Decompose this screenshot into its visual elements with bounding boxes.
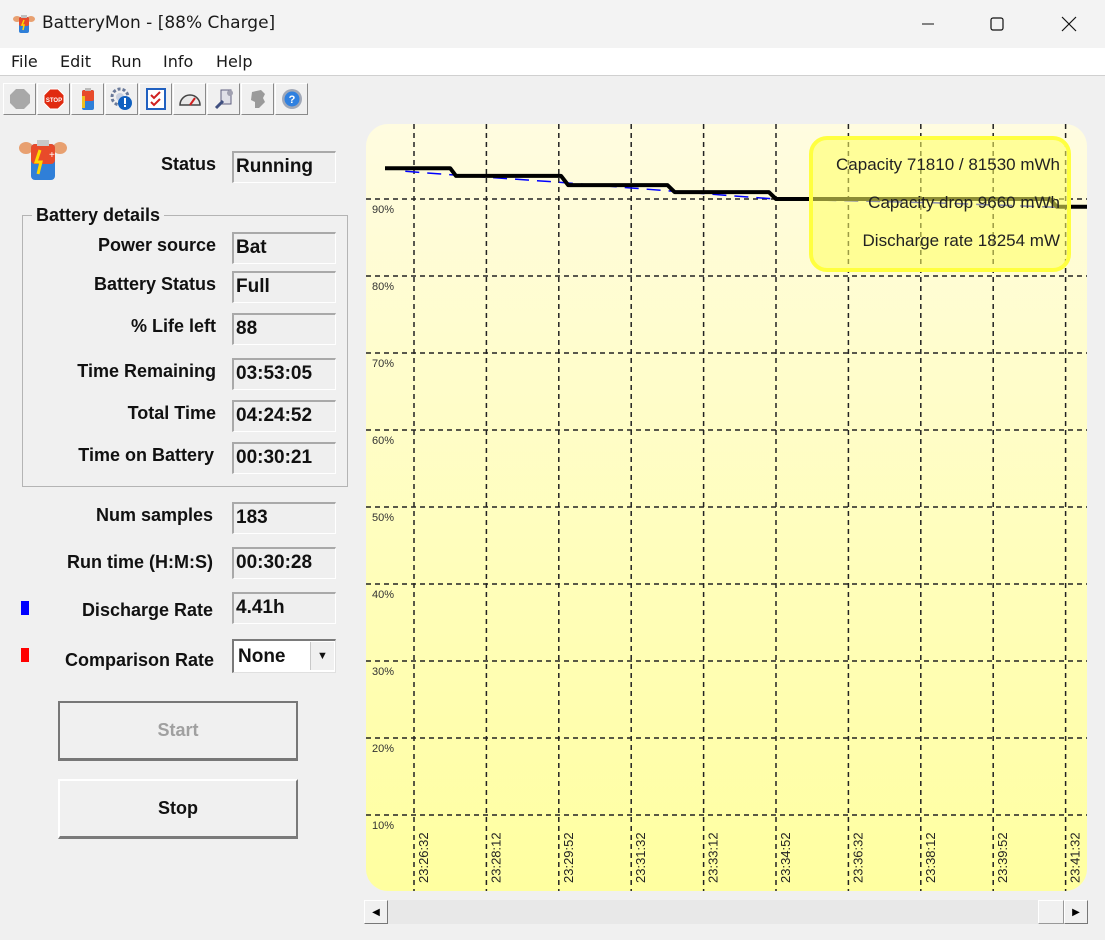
battery-details-title: Battery details xyxy=(32,205,165,226)
svg-text:?: ? xyxy=(288,94,295,106)
battery-app-icon xyxy=(13,15,35,33)
time-on-battery-field: 00:30:21 xyxy=(232,442,336,474)
toolbar-help-button[interactable]: ? xyxy=(275,83,308,115)
comparison-rate-label: Comparison Rate xyxy=(64,650,214,670)
num-samples-field: 183 xyxy=(232,502,336,534)
battery-chart: 90% 80% 70% 60% 50% 40% 30% 20% 10% 23:26:32 23:28… xyxy=(366,124,1087,891)
toolbar-gauge-button[interactable] xyxy=(173,83,206,115)
puzzle-icon xyxy=(250,90,265,108)
power-source-field: Bat xyxy=(232,232,336,264)
power-source-label: Power source xyxy=(97,235,216,255)
x-tick-label: 23:36:32 xyxy=(850,832,865,883)
arrow-right-icon: ▶ xyxy=(1072,906,1080,918)
y-tick-label: 80% xyxy=(372,281,394,293)
x-tick-label: 23:41:32 xyxy=(1068,832,1083,883)
toolbar-start-button[interactable] xyxy=(3,83,36,115)
stop-button[interactable]: Stop xyxy=(58,779,298,839)
tools-icon xyxy=(214,89,233,110)
y-tick-label: 20% xyxy=(372,743,394,755)
info-box-line: Discharge rate 18254 mW xyxy=(863,231,1060,250)
y-tick-label: 40% xyxy=(372,589,394,601)
help-icon: ? xyxy=(281,89,302,109)
life-left-field: 88 xyxy=(232,313,336,345)
menu-file[interactable]: File xyxy=(11,52,38,71)
info-box-line: Capacity drop 9660 mWh xyxy=(868,193,1060,212)
toolbar-stop-button[interactable]: STOP xyxy=(37,83,70,115)
scroll-left-button[interactable]: ◀ xyxy=(364,900,388,924)
chart-canvas: 90% 80% 70% 60% 50% 40% 30% 20% 10% 23:26:32 23:28… xyxy=(366,124,1087,891)
discharge-rate-swatch xyxy=(21,601,29,615)
battery-status-label: Battery Status xyxy=(93,274,216,294)
x-tick-label: 23:33:12 xyxy=(706,832,721,883)
minimize-button[interactable] xyxy=(905,0,951,48)
scroll-right-button[interactable]: ▶ xyxy=(1064,900,1088,924)
x-tick-label: 23:28:12 xyxy=(488,832,503,883)
x-tick-label: 23:31:32 xyxy=(633,832,648,883)
maximize-icon xyxy=(990,17,1004,31)
menu-help[interactable]: Help xyxy=(216,52,252,71)
title-bar: BatteryMon - [88% Charge] xyxy=(0,0,1105,48)
menu-edit[interactable]: Edit xyxy=(60,52,91,71)
dropdown-arrow-icon[interactable]: ▼ xyxy=(310,642,334,670)
stop-icon: STOP xyxy=(43,88,64,110)
comparison-rate-swatch xyxy=(21,648,29,662)
time-on-battery-label: Time on Battery xyxy=(78,445,214,465)
settings-info-icon xyxy=(110,87,132,110)
close-button[interactable] xyxy=(1046,0,1092,48)
toolbar: STOP ? xyxy=(0,80,1105,118)
discharge-rate-label: Discharge Rate xyxy=(81,600,213,620)
maximize-button[interactable] xyxy=(974,0,1020,48)
menu-run[interactable]: Run xyxy=(111,52,142,71)
discharge-rate-field: 4.41h xyxy=(232,592,336,624)
checklist-icon xyxy=(145,88,166,110)
minimize-icon xyxy=(922,23,934,25)
total-time-field: 04:24:52 xyxy=(232,400,336,432)
comparison-rate-value: None xyxy=(238,646,286,667)
chart-scrollbar[interactable]: ◀ ▶ xyxy=(364,900,1088,924)
time-remaining-label: Time Remaining xyxy=(77,361,216,381)
toolbar-settings-button[interactable] xyxy=(105,83,138,115)
y-tick-label: 70% xyxy=(372,358,394,370)
close-icon xyxy=(1061,16,1077,32)
total-time-label: Total Time xyxy=(127,403,216,423)
status-field: Running xyxy=(232,151,336,183)
toolbar-checklist-button[interactable] xyxy=(139,83,172,115)
x-tick-label: 23:29:52 xyxy=(561,832,576,883)
y-tick-label: 10% xyxy=(372,820,394,832)
x-tick-label: 23:38:12 xyxy=(923,832,938,883)
num-samples-label: Num samples xyxy=(95,505,213,525)
run-time-label: Run time (H:M:S) xyxy=(67,552,213,572)
start-icon xyxy=(9,89,30,109)
toolbar-tools-button[interactable] xyxy=(207,83,240,115)
time-remaining-field: 03:53:05 xyxy=(232,358,336,390)
battery-info-icon xyxy=(81,88,94,110)
y-tick-label: 30% xyxy=(372,666,394,678)
battery-status-field: Full xyxy=(232,271,336,303)
gauge-icon xyxy=(178,94,201,106)
x-tick-label: 23:34:52 xyxy=(778,832,793,883)
start-button[interactable]: Start xyxy=(58,701,298,761)
menu-info[interactable]: Info xyxy=(163,52,193,71)
y-tick-label: 50% xyxy=(372,512,394,524)
battery-mascot-icon: + xyxy=(19,140,67,180)
x-tick-label: 23:39:52 xyxy=(995,832,1010,883)
y-tick-label: 60% xyxy=(372,435,394,447)
y-tick-label: 90% xyxy=(372,204,394,216)
life-left-label: % Life left xyxy=(130,316,216,336)
toolbar-battery-button[interactable] xyxy=(71,83,104,115)
info-box-line: Capacity 71810 / 81530 mWh xyxy=(836,155,1060,174)
run-time-field: 00:30:28 xyxy=(232,547,336,579)
svg-text:STOP: STOP xyxy=(45,98,61,104)
toolbar-puzzle-button[interactable] xyxy=(241,83,274,115)
arrow-left-icon: ◀ xyxy=(372,906,380,918)
status-label: Status xyxy=(160,154,216,174)
svg-text:+: + xyxy=(49,150,55,161)
scroll-thumb[interactable] xyxy=(1038,900,1064,924)
window-title: BatteryMon - [88% Charge] xyxy=(42,13,276,33)
comparison-rate-select[interactable]: None ▼ xyxy=(232,639,336,673)
menu-bar: File Edit Run Info Help xyxy=(0,48,1105,76)
x-tick-label: 23:26:32 xyxy=(416,832,431,883)
